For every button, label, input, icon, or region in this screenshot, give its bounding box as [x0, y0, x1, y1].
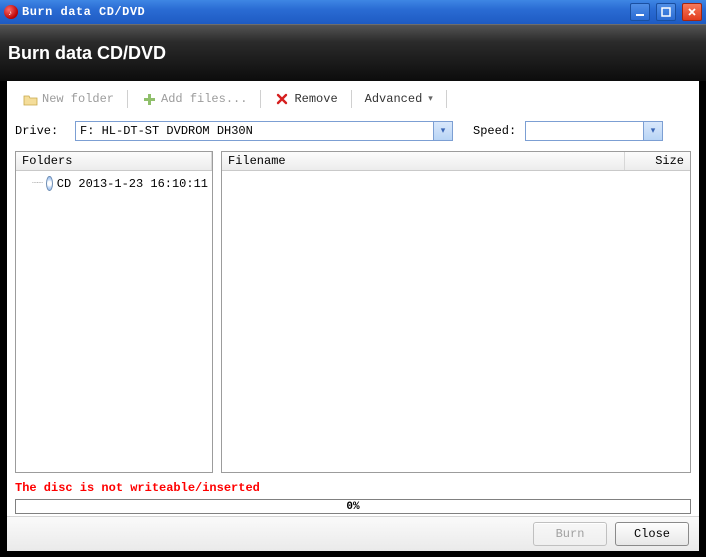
drive-label: Drive: — [15, 124, 69, 138]
speed-combo[interactable]: ▾ — [525, 121, 663, 141]
speed-label: Speed: — [473, 124, 519, 138]
drive-speed-row: Drive: F: HL-DT-ST DVDROM DH30N ▾ Speed:… — [7, 115, 699, 151]
folders-tree: ┈┈ CD 2013-1-23 16:10:11 — [16, 171, 212, 472]
minimize-button[interactable] — [630, 3, 650, 21]
status-message: The disc is not writeable/inserted — [7, 473, 699, 497]
chevron-down-icon: ▾ — [643, 122, 662, 140]
files-list — [222, 171, 690, 472]
size-header[interactable]: Size — [625, 152, 690, 170]
close-button[interactable] — [682, 3, 702, 21]
folders-pane: Folders ┈┈ CD 2013-1-23 16:10:11 — [15, 151, 213, 473]
plus-icon — [141, 91, 157, 107]
banner: Burn data CD/DVD — [0, 24, 706, 81]
tree-item-label: CD 2013-1-23 16:10:11 — [57, 177, 208, 191]
tree-root-item[interactable]: ┈┈ CD 2013-1-23 16:10:11 — [30, 175, 210, 192]
chevron-down-icon: ▾ — [428, 94, 433, 104]
drive-combo[interactable]: F: HL-DT-ST DVDROM DH30N ▾ — [75, 121, 453, 141]
files-pane: Filename Size — [221, 151, 691, 473]
filename-header[interactable]: Filename — [222, 152, 625, 170]
advanced-button[interactable]: Advanced ▾ — [358, 87, 440, 111]
app-icon: ♪ — [4, 5, 18, 19]
drive-combo-value: F: HL-DT-ST DVDROM DH30N — [76, 124, 434, 138]
folder-icon — [22, 91, 38, 107]
add-files-button: Add files... — [134, 87, 254, 111]
banner-heading: Burn data CD/DVD — [8, 43, 166, 64]
toolbar: New folder Add files... Remove Advanced … — [7, 81, 699, 115]
chevron-down-icon: ▾ — [433, 122, 452, 140]
progress-bar: 0% — [15, 499, 691, 514]
remove-button[interactable]: Remove — [267, 87, 344, 111]
progress-text: 0% — [16, 500, 690, 513]
burn-button: Burn — [533, 522, 607, 546]
folders-header[interactable]: Folders — [16, 152, 212, 170]
close-dialog-button[interactable]: Close — [615, 522, 689, 546]
cd-icon — [46, 176, 53, 191]
footer: Burn Close — [7, 516, 699, 551]
titlebar: ♪ Burn data CD/DVD — [0, 0, 706, 24]
new-folder-button: New folder — [15, 87, 121, 111]
maximize-button[interactable] — [656, 3, 676, 21]
window-title: Burn data CD/DVD — [22, 5, 624, 19]
svg-text:♪: ♪ — [8, 10, 12, 16]
x-icon — [274, 91, 290, 107]
